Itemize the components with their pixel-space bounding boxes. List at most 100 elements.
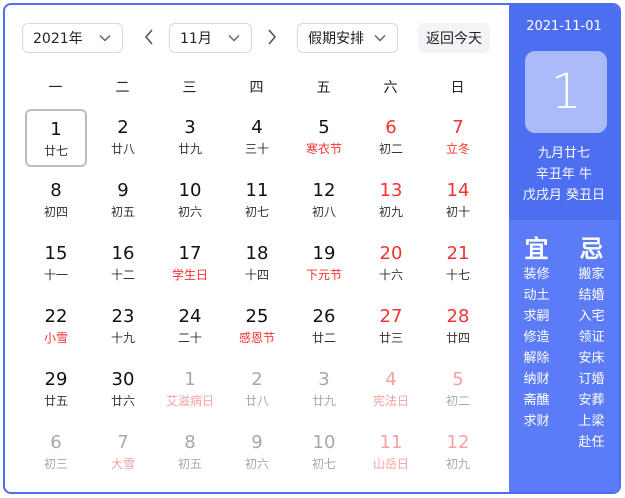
year-select[interactable]: 2021年	[22, 23, 123, 53]
holiday-select[interactable]: 假期安排	[297, 23, 398, 53]
day-cell[interactable]: 14 初十	[427, 172, 489, 230]
day-cell[interactable]: 16 十二	[92, 235, 154, 293]
chevron-down-icon	[228, 34, 240, 42]
day-cell[interactable]: 10 初六	[159, 172, 221, 230]
weekday-label: 日	[450, 80, 465, 96]
holiday-select-value: 假期安排	[308, 31, 364, 47]
day-number: 10	[178, 180, 202, 201]
lunar-label: 廿八	[110, 142, 135, 156]
day-cell[interactable]: 12 初八	[293, 172, 355, 230]
day-cell[interactable]: 8 初四	[25, 172, 87, 230]
lunar-label: 艾滋病日	[165, 394, 214, 408]
lunar-label: 十二	[110, 268, 135, 282]
day-cell[interactable]: 6 初三	[25, 424, 87, 482]
day-number: 11	[379, 432, 403, 453]
day-cell[interactable]: 3 廿九	[293, 361, 355, 419]
day-number: 26	[312, 306, 336, 327]
day-cell[interactable]: 7 立冬	[427, 109, 489, 167]
day-cell[interactable]: 12 初九	[427, 424, 489, 482]
day-cell[interactable]: 4 三十	[226, 109, 288, 167]
lunar-label: 廿九	[177, 142, 202, 156]
day-cell[interactable]: 29 廿五	[25, 361, 87, 419]
ji-item: 赴任	[578, 435, 605, 450]
yi-title: 宜	[524, 235, 549, 263]
day-cell[interactable]: 5 寒衣节	[293, 109, 355, 167]
lunar-label: 十七	[445, 268, 470, 282]
day-cell[interactable]: 21 十七	[427, 235, 489, 293]
weekday-label: 一	[48, 80, 63, 96]
day-cell[interactable]: 10 初七	[293, 424, 355, 482]
day-number: 16	[111, 243, 135, 264]
ji-item: 入宅	[578, 309, 605, 324]
day-number: 8	[184, 432, 196, 453]
day-number: 15	[44, 243, 68, 264]
day-cell[interactable]: 26 廿二	[293, 298, 355, 356]
lunar-date: 九月廿七	[537, 146, 590, 161]
almanac-section: 宜 装修 动土 求嗣 修造 解除 纳财 斋醮 求财 忌 搬家 结婚 入宅 领证 安床 订婚 安葬 上梁 赴任	[509, 220, 619, 492]
yi-item: 斋醮	[523, 393, 550, 408]
lunar-label: 十一	[43, 268, 68, 282]
day-cell[interactable]: 8 初五	[159, 424, 221, 482]
day-cell[interactable]: 20 十六	[360, 235, 422, 293]
day-cell[interactable]: 30 廿六	[92, 361, 154, 419]
prev-month-arrow[interactable]	[141, 27, 157, 47]
day-cell[interactable]: 11 初七	[226, 172, 288, 230]
calendar-widget: 2021年 11月 假期安排 返回今天 一 二 三 四 五 六 日 1 廿七 2 廿八 3 廿九 4 三十…	[3, 3, 621, 494]
lunar-label: 初五	[110, 205, 135, 219]
day-number: 20	[379, 243, 403, 264]
day-number: 2	[117, 117, 129, 138]
ji-item: 安床	[578, 351, 605, 366]
day-number: 19	[312, 243, 336, 264]
lunar-label: 初四	[43, 205, 68, 219]
day-cell[interactable]: 4 宪法日	[360, 361, 422, 419]
day-number: 12	[446, 432, 470, 453]
weekday-label: 六	[383, 80, 398, 96]
day-cell[interactable]: 28 廿四	[427, 298, 489, 356]
day-number: 11	[245, 180, 269, 201]
day-number: 13	[379, 180, 403, 201]
day-cell[interactable]: 19 下元节	[293, 235, 355, 293]
lunar-label: 感恩节	[238, 331, 275, 345]
day-cell[interactable]: 18 十四	[226, 235, 288, 293]
day-cell[interactable]: 13 初九	[360, 172, 422, 230]
lunar-label: 立冬	[445, 142, 470, 156]
day-cell[interactable]: 24 二十	[159, 298, 221, 356]
next-month-arrow[interactable]	[264, 27, 280, 47]
day-cell[interactable]: 1 廿七	[25, 109, 87, 167]
lunar-label: 学生日	[171, 268, 208, 282]
year-select-value: 2021年	[33, 31, 83, 47]
day-number: 9	[251, 432, 263, 453]
lunar-label: 初五	[177, 457, 202, 471]
day-number: 6	[50, 432, 62, 453]
month-day-ganzhi: 戊戌月 癸丑日	[522, 188, 606, 203]
day-cell[interactable]: 5 初二	[427, 361, 489, 419]
day-cell[interactable]: 17 学生日	[159, 235, 221, 293]
month-select[interactable]: 11月	[169, 23, 252, 53]
day-cell[interactable]: 6 初二	[360, 109, 422, 167]
lunar-label: 廿五	[43, 394, 68, 408]
day-number: 7	[117, 432, 129, 453]
day-number: 23	[111, 306, 135, 327]
day-cell[interactable]: 9 初五	[92, 172, 154, 230]
day-cell[interactable]: 1 艾滋病日	[159, 361, 221, 419]
day-cell[interactable]: 11 山岳日	[360, 424, 422, 482]
day-cell[interactable]: 3 廿九	[159, 109, 221, 167]
back-to-today-button[interactable]: 返回今天	[418, 23, 490, 53]
day-cell[interactable]: 22 小雪	[25, 298, 87, 356]
day-number: 22	[44, 306, 68, 327]
day-number: 3	[318, 369, 330, 390]
lunar-info: 九月廿七 辛丑年 牛 戊戌月 癸丑日	[509, 143, 619, 206]
lunar-label: 初七	[311, 457, 336, 471]
day-number: 21	[446, 243, 470, 264]
day-cell[interactable]: 2 廿八	[226, 361, 288, 419]
day-cell[interactable]: 25 感恩节	[226, 298, 288, 356]
day-cell[interactable]: 9 初六	[226, 424, 288, 482]
day-cell[interactable]: 23 十九	[92, 298, 154, 356]
weekday-label: 四	[249, 80, 264, 96]
chevron-down-icon	[99, 34, 111, 42]
day-cell[interactable]: 15 十一	[25, 235, 87, 293]
day-cell[interactable]: 27 廿三	[360, 298, 422, 356]
day-number: 9	[117, 180, 129, 201]
day-cell[interactable]: 7 大雪	[92, 424, 154, 482]
day-cell[interactable]: 2 廿八	[92, 109, 154, 167]
